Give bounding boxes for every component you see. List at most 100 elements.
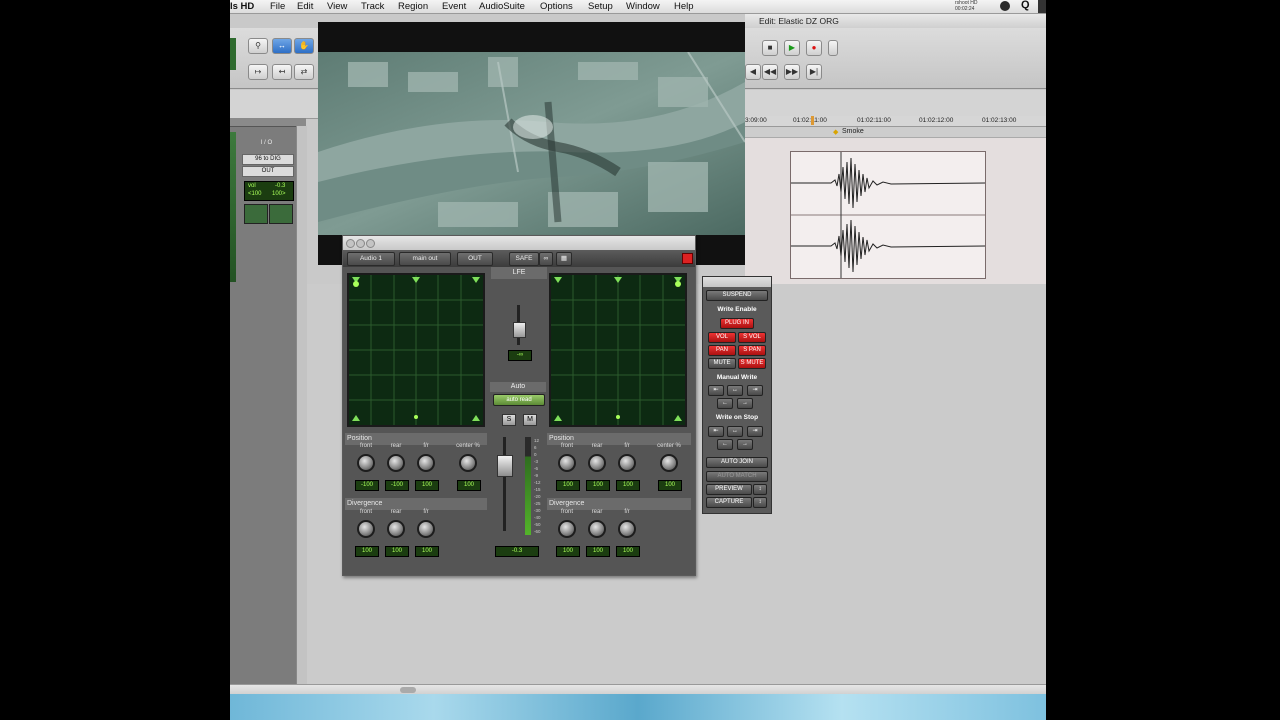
fr-position-value[interactable]: 100 bbox=[415, 480, 439, 491]
front-divergence-value[interactable]: 100 bbox=[355, 546, 379, 557]
fr-position-value[interactable]: 100 bbox=[616, 480, 640, 491]
menu-window[interactable]: Window bbox=[626, 0, 660, 13]
stop-write-to-punch-icon[interactable]: ← bbox=[717, 439, 733, 450]
rear-divergence-knob[interactable] bbox=[387, 520, 405, 538]
nudge-left-button[interactable]: ↦ bbox=[248, 64, 268, 80]
zoom-tool-button[interactable]: ⚲ bbox=[248, 38, 268, 54]
nudge-right-button[interactable]: ↤ bbox=[272, 64, 292, 80]
audio-region[interactable] bbox=[790, 151, 986, 279]
auto-join-button[interactable]: AUTO JOIN bbox=[706, 457, 768, 468]
preview-button[interactable]: PREVIEW bbox=[706, 484, 752, 495]
play-button[interactable]: ▶ bbox=[784, 40, 800, 56]
go-to-end-button[interactable]: ▶| bbox=[806, 64, 822, 80]
menu-edit[interactable]: Edit bbox=[297, 0, 313, 13]
user-icon[interactable] bbox=[1000, 1, 1010, 11]
center-percent-value[interactable]: 100 bbox=[457, 480, 481, 491]
pan-write-button[interactable]: PAN bbox=[708, 345, 736, 356]
menu-audiosuite[interactable]: AudioSuite bbox=[479, 0, 525, 13]
fr-divergence-value[interactable]: 100 bbox=[616, 546, 640, 557]
write-to-all-icon[interactable]: ↔ bbox=[727, 385, 743, 396]
out-button[interactable]: OUT bbox=[457, 252, 493, 266]
track-fader-left[interactable] bbox=[244, 204, 268, 224]
menu-region[interactable]: Region bbox=[398, 0, 428, 13]
transport-extra-button[interactable] bbox=[828, 40, 838, 56]
fr-position-knob[interactable] bbox=[417, 454, 435, 472]
mute-button[interactable]: M bbox=[523, 414, 537, 426]
menu-track[interactable]: Track bbox=[361, 0, 384, 13]
send-mute-write-button[interactable]: S MUTE bbox=[738, 358, 766, 369]
send-vol-write-button[interactable]: S VOL bbox=[738, 332, 766, 343]
write-to-next-icon[interactable]: → bbox=[737, 398, 753, 409]
trim-tool-button[interactable]: ↔ bbox=[272, 38, 292, 54]
stop-write-to-all-icon[interactable]: ↔ bbox=[727, 426, 743, 437]
zoom-icon[interactable] bbox=[366, 239, 375, 248]
fr-divergence-value[interactable]: 100 bbox=[415, 546, 439, 557]
rear-divergence-value[interactable]: 100 bbox=[586, 546, 610, 557]
vol-write-button[interactable]: VOL bbox=[708, 332, 736, 343]
automation-mode-selector[interactable]: auto read bbox=[493, 394, 545, 406]
link-icon[interactable]: ∞ bbox=[539, 252, 553, 266]
menu-file[interactable]: File bbox=[270, 0, 285, 13]
left-pan-grid[interactable] bbox=[347, 273, 485, 427]
plugin-write-button[interactable]: PLUG IN bbox=[720, 318, 754, 329]
marker-diamond-icon[interactable]: ◆ bbox=[833, 128, 838, 136]
playhead-marker[interactable] bbox=[811, 116, 814, 125]
grid-icon[interactable]: ▦ bbox=[556, 252, 572, 266]
preview-options-icon[interactable]: ↕ bbox=[753, 484, 767, 495]
menu-help[interactable]: Help bbox=[674, 0, 694, 13]
video-window[interactable] bbox=[318, 22, 745, 265]
output-selector[interactable]: OUT bbox=[242, 166, 294, 177]
right-pan-grid[interactable] bbox=[549, 273, 687, 427]
output-path-selector[interactable]: main out bbox=[399, 252, 451, 266]
target-icon[interactable] bbox=[682, 253, 693, 264]
write-to-end-icon[interactable]: ⇥ bbox=[747, 385, 763, 396]
menu-setup[interactable]: Setup bbox=[588, 0, 613, 13]
stop-write-to-end-icon[interactable]: ⇥ bbox=[747, 426, 763, 437]
rear-position-value[interactable]: -100 bbox=[385, 480, 409, 491]
rear-position-knob[interactable] bbox=[588, 454, 606, 472]
solo-button[interactable]: S bbox=[502, 414, 516, 426]
auto-match-button[interactable]: AUTO MATCH bbox=[706, 471, 768, 482]
pan-right-value[interactable]: 100> bbox=[272, 191, 286, 197]
stop-button[interactable]: ■ bbox=[762, 40, 778, 56]
front-position-value[interactable]: -100 bbox=[355, 480, 379, 491]
center-percent-value[interactable]: 100 bbox=[658, 480, 682, 491]
rear-divergence-knob[interactable] bbox=[588, 520, 606, 538]
send-pan-write-button[interactable]: S PAN bbox=[738, 345, 766, 356]
main-fader-handle[interactable] bbox=[497, 455, 513, 477]
rewind-start-button[interactable]: ◀ bbox=[745, 64, 761, 80]
rewind-button[interactable]: ◀◀ bbox=[762, 64, 778, 80]
center-percent-knob[interactable] bbox=[660, 454, 678, 472]
front-position-knob[interactable] bbox=[357, 454, 375, 472]
search-icon[interactable]: Q bbox=[1021, 0, 1030, 11]
stop-write-to-next-icon[interactable]: → bbox=[737, 439, 753, 450]
rear-position-knob[interactable] bbox=[387, 454, 405, 472]
track-selector[interactable]: Audio 1 bbox=[347, 252, 395, 266]
menu-view[interactable]: View bbox=[327, 0, 347, 13]
lfe-fader-handle[interactable] bbox=[513, 322, 526, 338]
fr-position-knob[interactable] bbox=[618, 454, 636, 472]
write-to-start-icon[interactable]: ⇤ bbox=[708, 385, 724, 396]
mute-write-button[interactable]: MUTE bbox=[708, 358, 736, 369]
front-position-knob[interactable] bbox=[558, 454, 576, 472]
timecode-ruler[interactable]: 3:09:00 01:02:11:00 01:02:11:00 01:02:12… bbox=[745, 116, 1046, 127]
pan-left-value[interactable]: <100 bbox=[248, 191, 262, 197]
input-selector[interactable]: 96 to DIG bbox=[242, 154, 294, 165]
app-menu[interactable]: ls HD bbox=[230, 0, 254, 13]
grabber-tool-button[interactable]: ✋ bbox=[294, 38, 314, 54]
front-divergence-value[interactable]: 100 bbox=[556, 546, 580, 557]
capture-button[interactable]: CAPTURE bbox=[706, 497, 752, 508]
stop-write-to-start-icon[interactable]: ⇤ bbox=[708, 426, 724, 437]
fast-forward-button[interactable]: ▶▶ bbox=[784, 64, 800, 80]
scroll-thumb[interactable] bbox=[400, 687, 416, 693]
minimize-icon[interactable] bbox=[356, 239, 365, 248]
front-divergence-knob[interactable] bbox=[357, 520, 375, 538]
safe-button[interactable]: SAFE bbox=[509, 252, 539, 266]
marker-label[interactable]: Smoke bbox=[842, 128, 864, 135]
menu-event[interactable]: Event bbox=[442, 0, 466, 13]
fr-divergence-knob[interactable] bbox=[618, 520, 636, 538]
record-button[interactable]: ● bbox=[806, 40, 822, 56]
vertical-scrollbar[interactable] bbox=[296, 126, 307, 684]
capture-options-icon[interactable]: ↕ bbox=[753, 497, 767, 508]
write-to-punch-icon[interactable]: ← bbox=[717, 398, 733, 409]
